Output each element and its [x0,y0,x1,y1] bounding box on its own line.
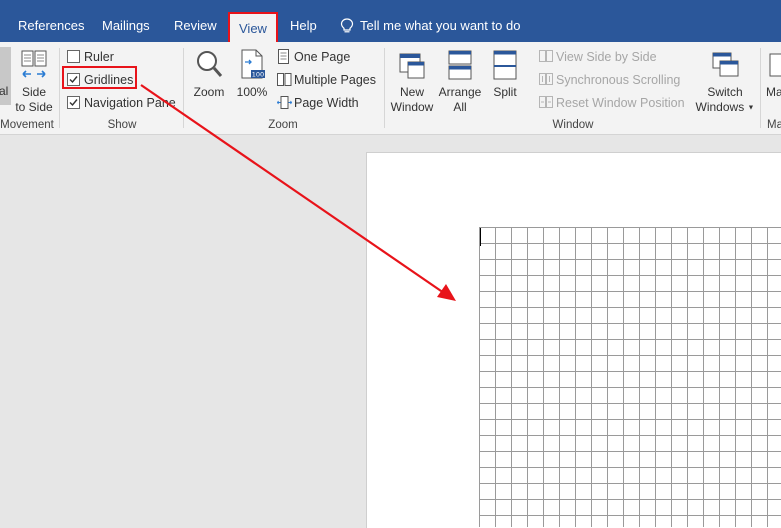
side-to-side-button[interactable]: Side to Side [14,48,54,115]
zoom-label: Zoom [193,85,225,99]
tab-review[interactable]: Review [174,12,217,40]
new-window-icon [399,53,425,79]
group-separator [384,48,385,128]
split-icon [493,50,517,80]
navigation-pane-checkbox-box [67,96,80,109]
one-page-button[interactable]: One Page [277,48,350,66]
multiple-pages-icon [277,73,292,86]
ribbon-tab-bar: References Mailings Review View Help Tel… [0,0,781,42]
svg-text:100: 100 [252,71,264,79]
macros-label-partial: Ma [766,85,781,99]
new-window-line2: Window [390,100,434,114]
one-page-label: One Page [294,50,351,64]
tab-view[interactable]: View [228,12,278,42]
side-to-side-icon [21,50,47,78]
arrange-all-line1: Arrange [438,85,482,99]
side-to-side-line1: Side [21,85,47,99]
group-separator [59,48,60,128]
synchronous-scrolling-label: Synchronous Scrolling [556,73,681,87]
new-window-button[interactable]: New Window [388,48,436,115]
tab-mailings[interactable]: Mailings [102,12,150,40]
switch-windows-button[interactable]: Switch Windows ▼ [694,48,756,115]
split-label: Split [493,85,517,99]
reset-window-position-label: Reset Window Position [556,96,685,110]
vertical-label-partial: al [0,84,9,98]
ruler-label: Ruler [84,50,114,64]
group-label-window: Window [552,119,594,131]
switch-windows-line1: Switch [707,85,743,99]
multiple-pages-button[interactable]: Multiple Pages [277,71,376,89]
lightbulb-icon [340,18,354,33]
view-side-by-side-label: View Side by Side [556,50,657,64]
view-side-by-side-button[interactable]: View Side by Side [539,48,657,66]
multiple-pages-label: Multiple Pages [294,73,376,87]
group-label-show: Show [107,119,137,131]
reset-window-position-icon [539,96,553,108]
switch-windows-line2: Windows ▼ [694,100,756,115]
gridlines-area[interactable] [479,227,781,527]
switch-windows-line2-text: Windows [695,100,745,114]
page-width-button[interactable]: Page Width [277,94,359,112]
zoom-button[interactable]: Zoom [190,48,228,100]
macros-button-partial[interactable]: Ma [766,48,781,100]
gridlines-highlight-box [62,66,137,89]
ruler-checkbox[interactable]: Ruler [67,48,114,66]
one-page-icon [278,49,289,64]
tab-help[interactable]: Help [290,12,317,40]
group-label-zoom: Zoom [268,119,298,131]
group-separator [760,48,761,128]
ribbon-view: al Side to Side Movement Ruler Gridlines… [0,42,781,135]
page-width-label: Page Width [294,96,359,110]
text-cursor [480,228,481,246]
tell-me-label: Tell me what you want to do [360,18,521,33]
tell-me-search[interactable]: Tell me what you want to do [340,12,520,40]
navigation-pane-label: Navigation Pane [84,96,176,110]
arrange-all-button[interactable]: Arrange All [437,48,483,115]
synchronous-scrolling-button[interactable]: Synchronous Scrolling [539,71,680,89]
group-separator [183,48,184,128]
arrange-all-line2: All [453,100,467,114]
synchronous-scrolling-icon [539,73,553,85]
macros-icon [769,53,781,77]
switch-windows-icon [712,52,739,77]
page-width-icon [277,96,292,109]
view-side-by-side-icon [539,50,553,62]
magnifier-icon [197,51,223,77]
split-button[interactable]: Split [488,48,522,100]
group-label-movement: Movement [0,119,54,131]
group-label-macros-partial: Ma [767,119,781,131]
side-to-side-line2: to Side [15,100,53,114]
new-window-line1: New [399,85,424,99]
chevron-down-icon: ▼ [747,104,755,112]
reset-window-position-button[interactable]: Reset Window Position [539,94,685,112]
tab-references[interactable]: References [18,12,84,40]
zoom-100-button[interactable]: 100 100% [234,48,270,100]
checkmark-icon [69,99,78,107]
zoom-100-label: 100% [236,85,268,99]
navigation-pane-checkbox[interactable]: Navigation Pane [67,94,176,112]
ruler-checkbox-box [67,50,80,63]
arrange-all-icon [448,50,472,80]
hundred-percent-icon: 100 [241,49,265,79]
